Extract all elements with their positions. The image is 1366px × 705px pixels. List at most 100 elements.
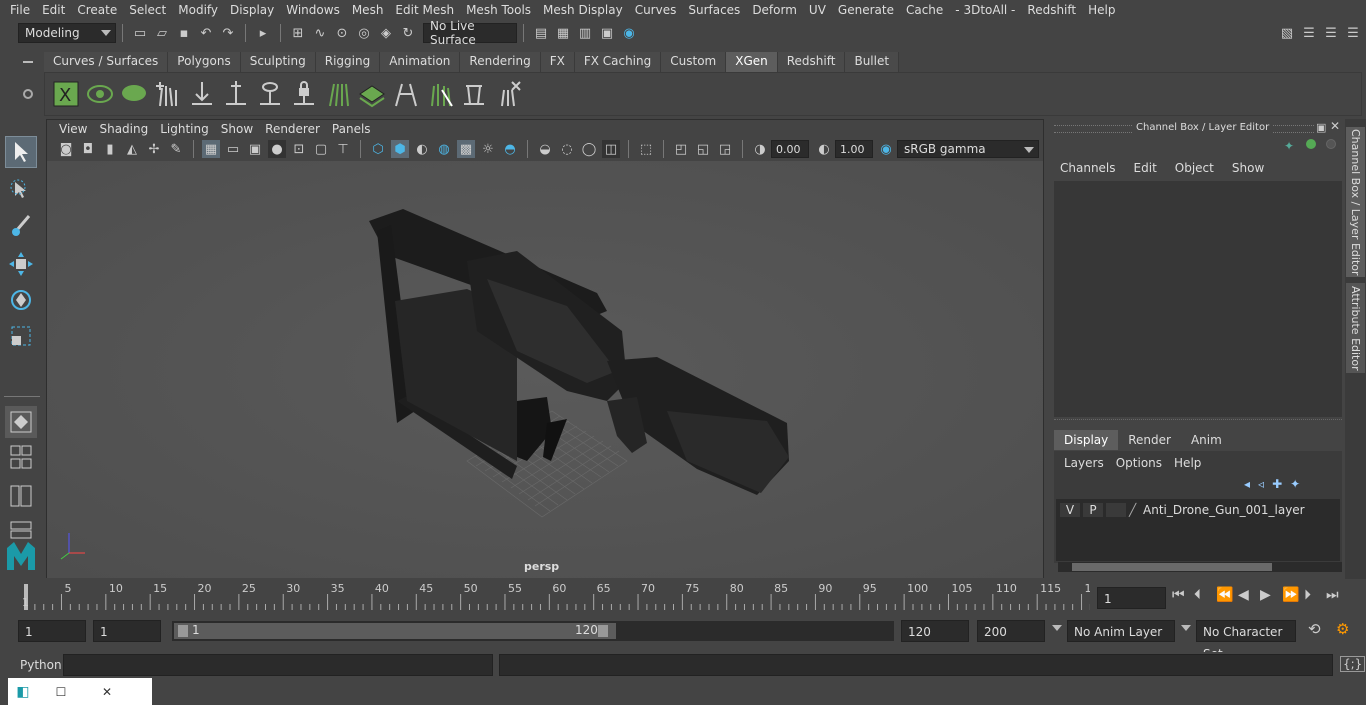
menu-layer-help[interactable]: Help (1174, 456, 1201, 470)
tab-sculpting[interactable]: Sculpting (240, 52, 316, 72)
scale-tool[interactable] (5, 320, 37, 352)
menu-uv[interactable]: UV (803, 3, 832, 17)
chevron-down-icon[interactable] (1181, 625, 1191, 631)
layer-name[interactable]: Anti_Drone_Gun_001_layer (1143, 503, 1305, 517)
layer-row[interactable]: V P ╱ Anti_Drone_Gun_001_layer (1056, 499, 1340, 521)
tab-redshift[interactable]: Redshift (777, 52, 846, 72)
screen-space-ao-icon[interactable]: ◒ (536, 140, 554, 158)
live-surface-field[interactable]: No Live Surface (423, 19, 517, 47)
snap-grid-icon[interactable]: ⊞ (289, 24, 307, 42)
layer-playback-toggle[interactable]: P (1083, 503, 1103, 517)
vp-menu-shading[interactable]: Shading (93, 122, 154, 136)
menu-show[interactable]: Show (1232, 161, 1264, 175)
snap-surface-icon[interactable]: ◈ (377, 24, 395, 42)
textured-icon[interactable]: ▩ (457, 140, 475, 158)
layer-color-icon[interactable]: ╱ (1129, 503, 1143, 517)
menu-layers[interactable]: Layers (1064, 456, 1104, 470)
xray-components-icon[interactable]: ◲ (716, 140, 734, 158)
move-layer-down-icon[interactable]: ◃ (1258, 477, 1264, 491)
axis-display-icon[interactable]: ✦ (1284, 139, 1294, 153)
layer-scrollbar[interactable] (1058, 562, 1342, 572)
vp-menu-show[interactable]: Show (215, 122, 259, 136)
animation-end-field[interactable]: 200 (977, 620, 1045, 642)
script-editor-icon[interactable]: {;} (1340, 656, 1366, 672)
gamma-field[interactable]: 1.00 (835, 140, 873, 158)
xgen-delete-button[interactable] (493, 79, 523, 109)
multisample-aa-icon[interactable]: ◯ (580, 140, 598, 158)
xgen-place-guide-button[interactable] (187, 79, 217, 109)
xray-joints-icon[interactable]: ◱ (694, 140, 712, 158)
xgen-preview-button[interactable] (85, 79, 115, 109)
scrollbar-thumb[interactable] (1072, 563, 1272, 571)
xgen-interactive-groom-button[interactable] (391, 79, 421, 109)
xgen-create-description-button[interactable] (153, 79, 183, 109)
tab-fx[interactable]: FX (540, 52, 575, 72)
range-slider-handle[interactable] (174, 623, 616, 639)
single-view-layout[interactable] (5, 406, 37, 438)
grease-pencil-icon[interactable]: ✎ (167, 140, 185, 158)
xgen-density-button[interactable] (357, 79, 387, 109)
smooth-shade-icon[interactable]: ⬢ (391, 140, 409, 158)
snap-view-icon[interactable]: ◎ (355, 24, 373, 42)
safe-action-icon[interactable]: ▢ (312, 140, 330, 158)
snap-point-icon[interactable]: ⊙ (333, 24, 351, 42)
menu-object[interactable]: Object (1175, 161, 1214, 175)
channel-box-toggle-icon[interactable]: ☰ (1322, 24, 1340, 42)
tab-render[interactable]: Render (1118, 430, 1181, 450)
use-default-material-icon[interactable]: ◐ (413, 140, 431, 158)
tool-settings-toggle-icon[interactable]: ☰ (1344, 24, 1362, 42)
xgen-sculpt-button[interactable] (425, 79, 455, 109)
save-scene-icon[interactable]: ▪ (175, 24, 193, 42)
hypershade-icon[interactable]: ◉ (620, 24, 638, 42)
tab-rendering[interactable]: Rendering (460, 52, 541, 72)
image-plane-icon[interactable]: ◭ (123, 140, 141, 158)
script-language-label[interactable]: Python (20, 658, 62, 672)
range-slider[interactable]: 1 120 (172, 621, 894, 641)
new-layer-icon[interactable]: ✚ (1272, 477, 1282, 491)
menu-redshift[interactable]: Redshift (1021, 3, 1082, 17)
bookmark-icon[interactable]: ▮ (101, 140, 119, 158)
vp-menu-view[interactable]: View (53, 122, 93, 136)
use-all-lights-icon[interactable]: ☼ (479, 140, 497, 158)
side-tab-channel-box[interactable]: Channel Box / Layer Editor (1346, 127, 1365, 277)
menu-deform[interactable]: Deform (746, 3, 803, 17)
modeling-toolkit-icon[interactable]: ▧ (1278, 24, 1296, 42)
step-back-key-icon[interactable]: ⏪ (1216, 587, 1234, 603)
two-d-pan-icon[interactable]: ✢ (145, 140, 163, 158)
menu-surfaces[interactable]: Surfaces (682, 3, 746, 17)
menu-options[interactable]: Options (1116, 456, 1162, 470)
current-frame-field[interactable]: 1 (1097, 587, 1166, 609)
layer-type-toggle[interactable] (1106, 503, 1126, 517)
command-input[interactable] (63, 654, 493, 676)
grid-icon[interactable]: ▦ (202, 140, 220, 158)
mode-dropdown[interactable]: Modeling (18, 23, 116, 43)
menu-cache[interactable]: Cache (900, 3, 949, 17)
snap-live-icon[interactable]: ↻ (399, 24, 417, 42)
move-tool[interactable] (5, 248, 37, 280)
tab-display[interactable]: Display (1054, 430, 1119, 450)
field-chart-icon[interactable]: ⊡ (290, 140, 308, 158)
tab-animation[interactable]: Animation (380, 52, 461, 72)
motion-blur-icon[interactable]: ◌ (558, 140, 576, 158)
anim-preferences-icon[interactable]: ⚙ (1336, 620, 1349, 638)
safe-title-icon[interactable]: ⊤ (334, 140, 352, 158)
resolution-gate-icon[interactable]: ▣ (246, 140, 264, 158)
new-layer-selected-icon[interactable]: ✦ (1290, 477, 1300, 491)
gate-mask-icon[interactable]: ● (268, 140, 286, 158)
tab-fx-caching[interactable]: FX Caching (574, 52, 662, 72)
vp-menu-lighting[interactable]: Lighting (154, 122, 215, 136)
film-gate-icon[interactable]: ▭ (224, 140, 242, 158)
move-layer-up-icon[interactable]: ◂ (1244, 477, 1250, 491)
tab-curves-surfaces[interactable]: Curves / Surfaces (44, 52, 169, 72)
step-forward-frame-icon[interactable]: ⏵ (1304, 587, 1322, 603)
render-view-icon[interactable]: ▣ (598, 24, 616, 42)
range-end-knob[interactable] (598, 625, 608, 637)
select-tool[interactable] (5, 136, 37, 168)
restore-icon[interactable]: ☐ (38, 685, 84, 699)
xgen-grooming-button[interactable] (323, 79, 353, 109)
xgen-lock-guides-button[interactable] (289, 79, 319, 109)
anim-layer-dropdown[interactable]: No Anim Layer (1067, 620, 1175, 642)
snap-curve-icon[interactable]: ∿ (311, 24, 329, 42)
go-to-start-icon[interactable]: ⏮ (1172, 587, 1190, 603)
render-settings-icon[interactable]: ▤ (532, 24, 550, 42)
